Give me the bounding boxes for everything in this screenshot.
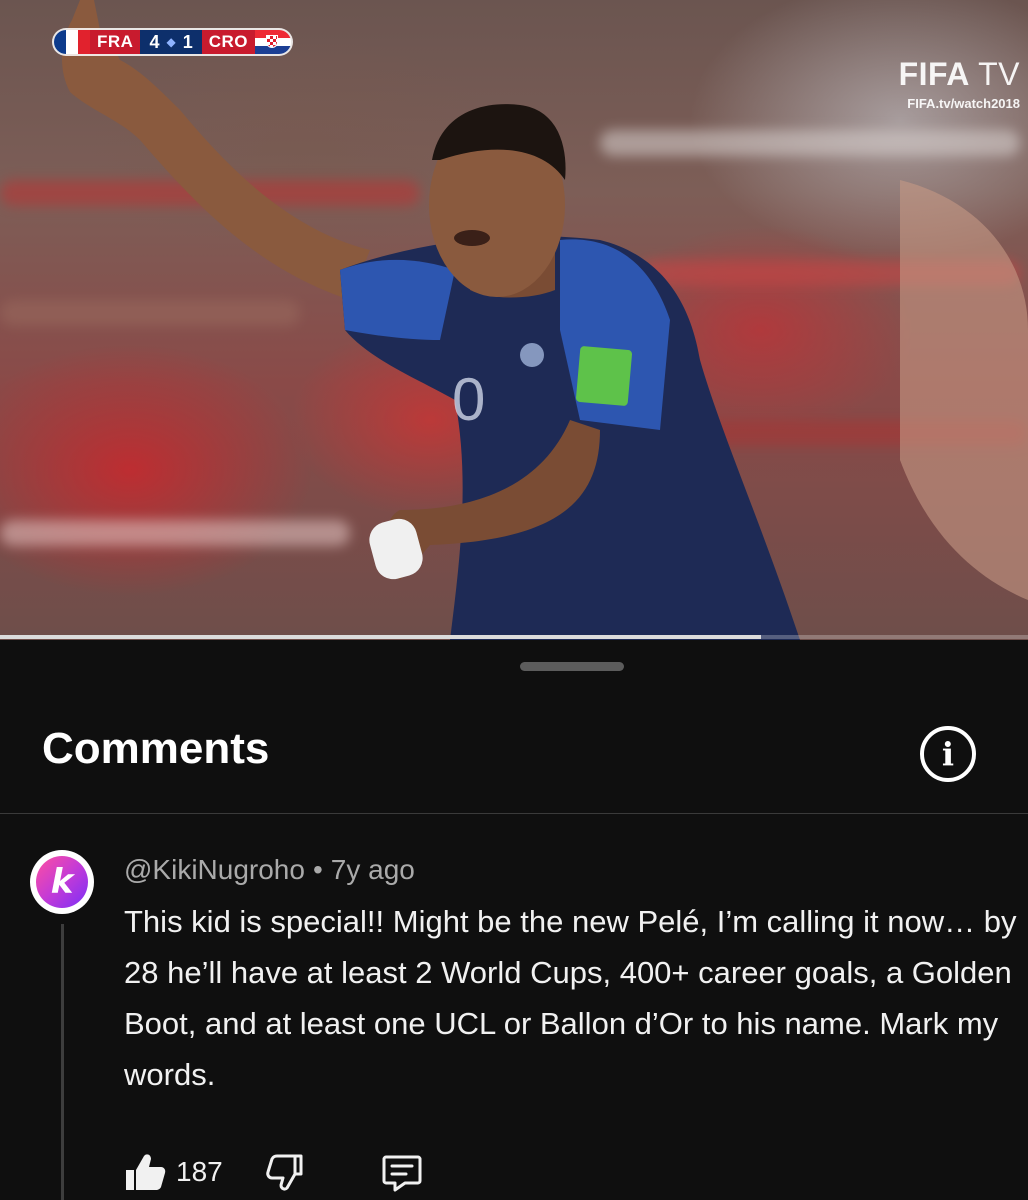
away-score: 1	[182, 31, 193, 52]
comments-sheet: Comments i k @KikiNugroho • 7y ago This ki…	[0, 640, 1028, 1200]
meta-separator: •	[312, 854, 323, 885]
fifa-tv-logo: FIFA TV	[899, 58, 1020, 90]
home-team: FRA	[90, 30, 141, 54]
comment-actions: 187	[124, 1150, 423, 1194]
comment-text: This kid is special!! Might be the new P…	[124, 904, 1017, 1092]
away-team: CRO	[201, 30, 255, 54]
avatar-letter: k	[36, 856, 88, 908]
reply-icon[interactable]	[381, 1151, 423, 1193]
video-player[interactable]: 0 FRA 4 ◆ 1 CRO FIFA TV FIFA.tv/watch201…	[0, 0, 1028, 640]
home-score: 4	[149, 31, 160, 52]
comment-time: 7y ago	[330, 854, 415, 885]
player-image: 0	[61, 0, 1028, 640]
score-separator-icon: ◆	[166, 35, 176, 49]
scoreboard: FRA 4 ◆ 1 CRO	[54, 30, 291, 54]
like-count: 187	[176, 1156, 223, 1187]
drag-handle[interactable]	[520, 662, 624, 671]
thumbs-up-icon[interactable]	[124, 1152, 166, 1192]
france-flag-icon	[54, 30, 90, 54]
info-icon[interactable]: i	[920, 726, 976, 782]
tv-logo-text: TV	[978, 56, 1020, 92]
svg-text:0: 0	[452, 366, 485, 433]
avatar[interactable]: k	[30, 850, 94, 914]
croatia-flag-icon	[255, 30, 291, 54]
video-progress-fill	[0, 635, 761, 639]
thumbs-down-icon[interactable]	[265, 1152, 305, 1192]
comment-author[interactable]: @KikiNugroho	[124, 854, 305, 885]
fifa-tv-watermark: FIFA TV FIFA.tv/watch2018	[899, 58, 1020, 111]
fifa-logo-text: FIFA	[898, 56, 969, 92]
comments-title: Comments	[42, 724, 270, 773]
video-progress-bar[interactable]	[0, 635, 1028, 639]
score: 4 ◆ 1	[140, 30, 202, 54]
thread-line	[61, 924, 64, 1200]
comments-header: Comments i	[0, 710, 1028, 814]
comment-meta: @KikiNugroho • 7y ago	[124, 854, 415, 886]
fifa-url: FIFA.tv/watch2018	[907, 96, 1020, 111]
